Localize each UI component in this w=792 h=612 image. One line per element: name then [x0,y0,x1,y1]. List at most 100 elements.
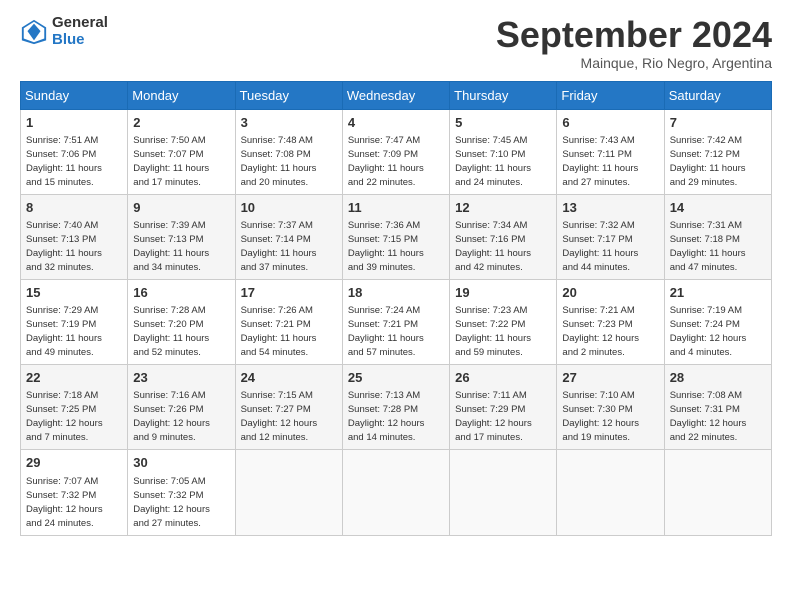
day-info: Sunrise: 7:07 AM Sunset: 7:32 PM Dayligh… [26,476,103,529]
calendar-cell: 22 Sunrise: 7:18 AM Sunset: 7:25 PM Dayli… [21,365,128,450]
day-info: Sunrise: 7:50 AM Sunset: 7:07 PM Dayligh… [133,135,209,188]
calendar-cell [450,450,557,535]
day-number: 17 [241,284,337,302]
week-row-2: 8 Sunrise: 7:40 AM Sunset: 7:13 PM Daylig… [21,194,772,279]
day-number: 10 [241,199,337,217]
day-number: 14 [670,199,766,217]
day-number: 4 [348,114,444,132]
day-number: 7 [670,114,766,132]
calendar-cell: 16Sunrise: 7:28 AM Sunset: 7:20 PM Dayli… [128,279,235,364]
day-info: Sunrise: 7:42 AM Sunset: 7:12 PM Dayligh… [670,135,746,188]
day-number: 27 [562,369,658,387]
calendar-cell: 26 Sunrise: 7:11 AM Sunset: 7:29 PM Dayli… [450,365,557,450]
day-info: Sunrise: 7:18 AM Sunset: 7:25 PM Dayligh… [26,390,103,443]
day-info: Sunrise: 7:40 AM Sunset: 7:13 PM Dayligh… [26,220,102,273]
day-info: Sunrise: 7:16 AM Sunset: 7:26 PM Dayligh… [133,390,210,443]
month-title: September 2024 [496,15,772,55]
day-info: Sunrise: 7:11 AM Sunset: 7:29 PM Dayligh… [455,390,532,443]
logo-icon [20,18,48,46]
day-number: 6 [562,114,658,132]
day-info: Sunrise: 7:51 AM Sunset: 7:06 PM Dayligh… [26,135,102,188]
calendar-cell: 29 Sunrise: 7:07 AM Sunset: 7:32 PM Dayli… [21,450,128,535]
day-info: Sunrise: 7:31 AM Sunset: 7:18 PM Dayligh… [670,220,746,273]
day-number: 15 [26,284,122,302]
day-number: 5 [455,114,551,132]
calendar-cell: 21 Sunrise: 7:19 AM Sunset: 7:24 PM Dayli… [664,279,771,364]
weekday-header-row: SundayMondayTuesdayWednesdayThursdayFrid… [21,81,772,109]
week-row-5: 29 Sunrise: 7:07 AM Sunset: 7:32 PM Dayli… [21,450,772,535]
week-row-1: 1 Sunrise: 7:51 AM Sunset: 7:06 PM Daylig… [21,109,772,194]
day-number: 30 [133,454,229,472]
calendar-cell: 27 Sunrise: 7:10 AM Sunset: 7:30 PM Dayli… [557,365,664,450]
day-info: Sunrise: 7:13 AM Sunset: 7:28 PM Dayligh… [348,390,425,443]
day-info: Sunrise: 7:47 AM Sunset: 7:09 PM Dayligh… [348,135,424,188]
calendar-cell: 12 Sunrise: 7:34 AM Sunset: 7:16 PM Dayli… [450,194,557,279]
day-number: 24 [241,369,337,387]
week-row-3: 15 Sunrise: 7:29 AM Sunset: 7:19 PM Dayli… [21,279,772,364]
day-info: Sunrise: 7:39 AM Sunset: 7:13 PM Dayligh… [133,220,209,273]
weekday-wednesday: Wednesday [342,81,449,109]
calendar-cell: 18 Sunrise: 7:24 AM Sunset: 7:21 PM Dayli… [342,279,449,364]
calendar-cell: 11Sunrise: 7:36 AM Sunset: 7:15 PM Dayli… [342,194,449,279]
day-number: 23 [133,369,229,387]
day-number: 28 [670,369,766,387]
calendar-cell [235,450,342,535]
day-number: 18 [348,284,444,302]
day-number: 22 [26,369,122,387]
weekday-tuesday: Tuesday [235,81,342,109]
calendar-cell: 28 Sunrise: 7:08 AM Sunset: 7:31 PM Dayli… [664,365,771,450]
title-section: September 2024 Mainque, Rio Negro, Argen… [496,15,772,71]
calendar-cell: 20Sunrise: 7:21 AM Sunset: 7:23 PM Dayli… [557,279,664,364]
day-number: 11 [348,199,444,217]
weekday-sunday: Sunday [21,81,128,109]
day-number: 25 [348,369,444,387]
calendar-cell: 30 Sunrise: 7:05 AM Sunset: 7:32 PM Dayli… [128,450,235,535]
calendar-cell: 13Sunrise: 7:32 AM Sunset: 7:17 PM Dayli… [557,194,664,279]
day-number: 26 [455,369,551,387]
calendar-cell [557,450,664,535]
day-info: Sunrise: 7:08 AM Sunset: 7:31 PM Dayligh… [670,390,747,443]
calendar-cell: 7 Sunrise: 7:42 AM Sunset: 7:12 PM Daylig… [664,109,771,194]
day-info: Sunrise: 7:05 AM Sunset: 7:32 PM Dayligh… [133,476,210,529]
calendar-cell: 4 Sunrise: 7:47 AM Sunset: 7:09 PM Daylig… [342,109,449,194]
calendar-cell: 14 Sunrise: 7:31 AM Sunset: 7:18 PM Dayli… [664,194,771,279]
location: Mainque, Rio Negro, Argentina [496,55,772,71]
logo-general: General [52,15,108,32]
day-info: Sunrise: 7:24 AM Sunset: 7:21 PM Dayligh… [348,305,424,358]
day-number: 12 [455,199,551,217]
day-number: 1 [26,114,122,132]
week-row-4: 22 Sunrise: 7:18 AM Sunset: 7:25 PM Dayli… [21,365,772,450]
calendar-cell [342,450,449,535]
day-number: 3 [241,114,337,132]
day-info: Sunrise: 7:21 AM Sunset: 7:23 PM Dayligh… [562,305,639,358]
day-info: Sunrise: 7:45 AM Sunset: 7:10 PM Dayligh… [455,135,531,188]
logo: General Blue [20,15,108,48]
calendar-cell: 15 Sunrise: 7:29 AM Sunset: 7:19 PM Dayli… [21,279,128,364]
day-info: Sunrise: 7:19 AM Sunset: 7:24 PM Dayligh… [670,305,747,358]
header: General Blue September 2024 Mainque, Rio… [20,15,772,71]
day-number: 13 [562,199,658,217]
day-number: 16 [133,284,229,302]
day-info: Sunrise: 7:23 AM Sunset: 7:22 PM Dayligh… [455,305,531,358]
day-number: 21 [670,284,766,302]
day-number: 29 [26,454,122,472]
calendar-cell [664,450,771,535]
day-number: 8 [26,199,122,217]
calendar-cell: 17 Sunrise: 7:26 AM Sunset: 7:21 PM Dayli… [235,279,342,364]
day-info: Sunrise: 7:48 AM Sunset: 7:08 PM Dayligh… [241,135,317,188]
weekday-monday: Monday [128,81,235,109]
calendar-cell: 8 Sunrise: 7:40 AM Sunset: 7:13 PM Daylig… [21,194,128,279]
calendar-cell: 1 Sunrise: 7:51 AM Sunset: 7:06 PM Daylig… [21,109,128,194]
weekday-friday: Friday [557,81,664,109]
calendar-cell: 6 Sunrise: 7:43 AM Sunset: 7:11 PM Daylig… [557,109,664,194]
day-info: Sunrise: 7:34 AM Sunset: 7:16 PM Dayligh… [455,220,531,273]
day-info: Sunrise: 7:10 AM Sunset: 7:30 PM Dayligh… [562,390,639,443]
day-info: Sunrise: 7:43 AM Sunset: 7:11 PM Dayligh… [562,135,638,188]
day-info: Sunrise: 7:26 AM Sunset: 7:21 PM Dayligh… [241,305,317,358]
day-number: 2 [133,114,229,132]
calendar-cell: 25 Sunrise: 7:13 AM Sunset: 7:28 PM Dayli… [342,365,449,450]
calendar-cell: 5 Sunrise: 7:45 AM Sunset: 7:10 PM Daylig… [450,109,557,194]
calendar-cell: 9Sunrise: 7:39 AM Sunset: 7:13 PM Daylig… [128,194,235,279]
day-info: Sunrise: 7:29 AM Sunset: 7:19 PM Dayligh… [26,305,102,358]
weekday-thursday: Thursday [450,81,557,109]
